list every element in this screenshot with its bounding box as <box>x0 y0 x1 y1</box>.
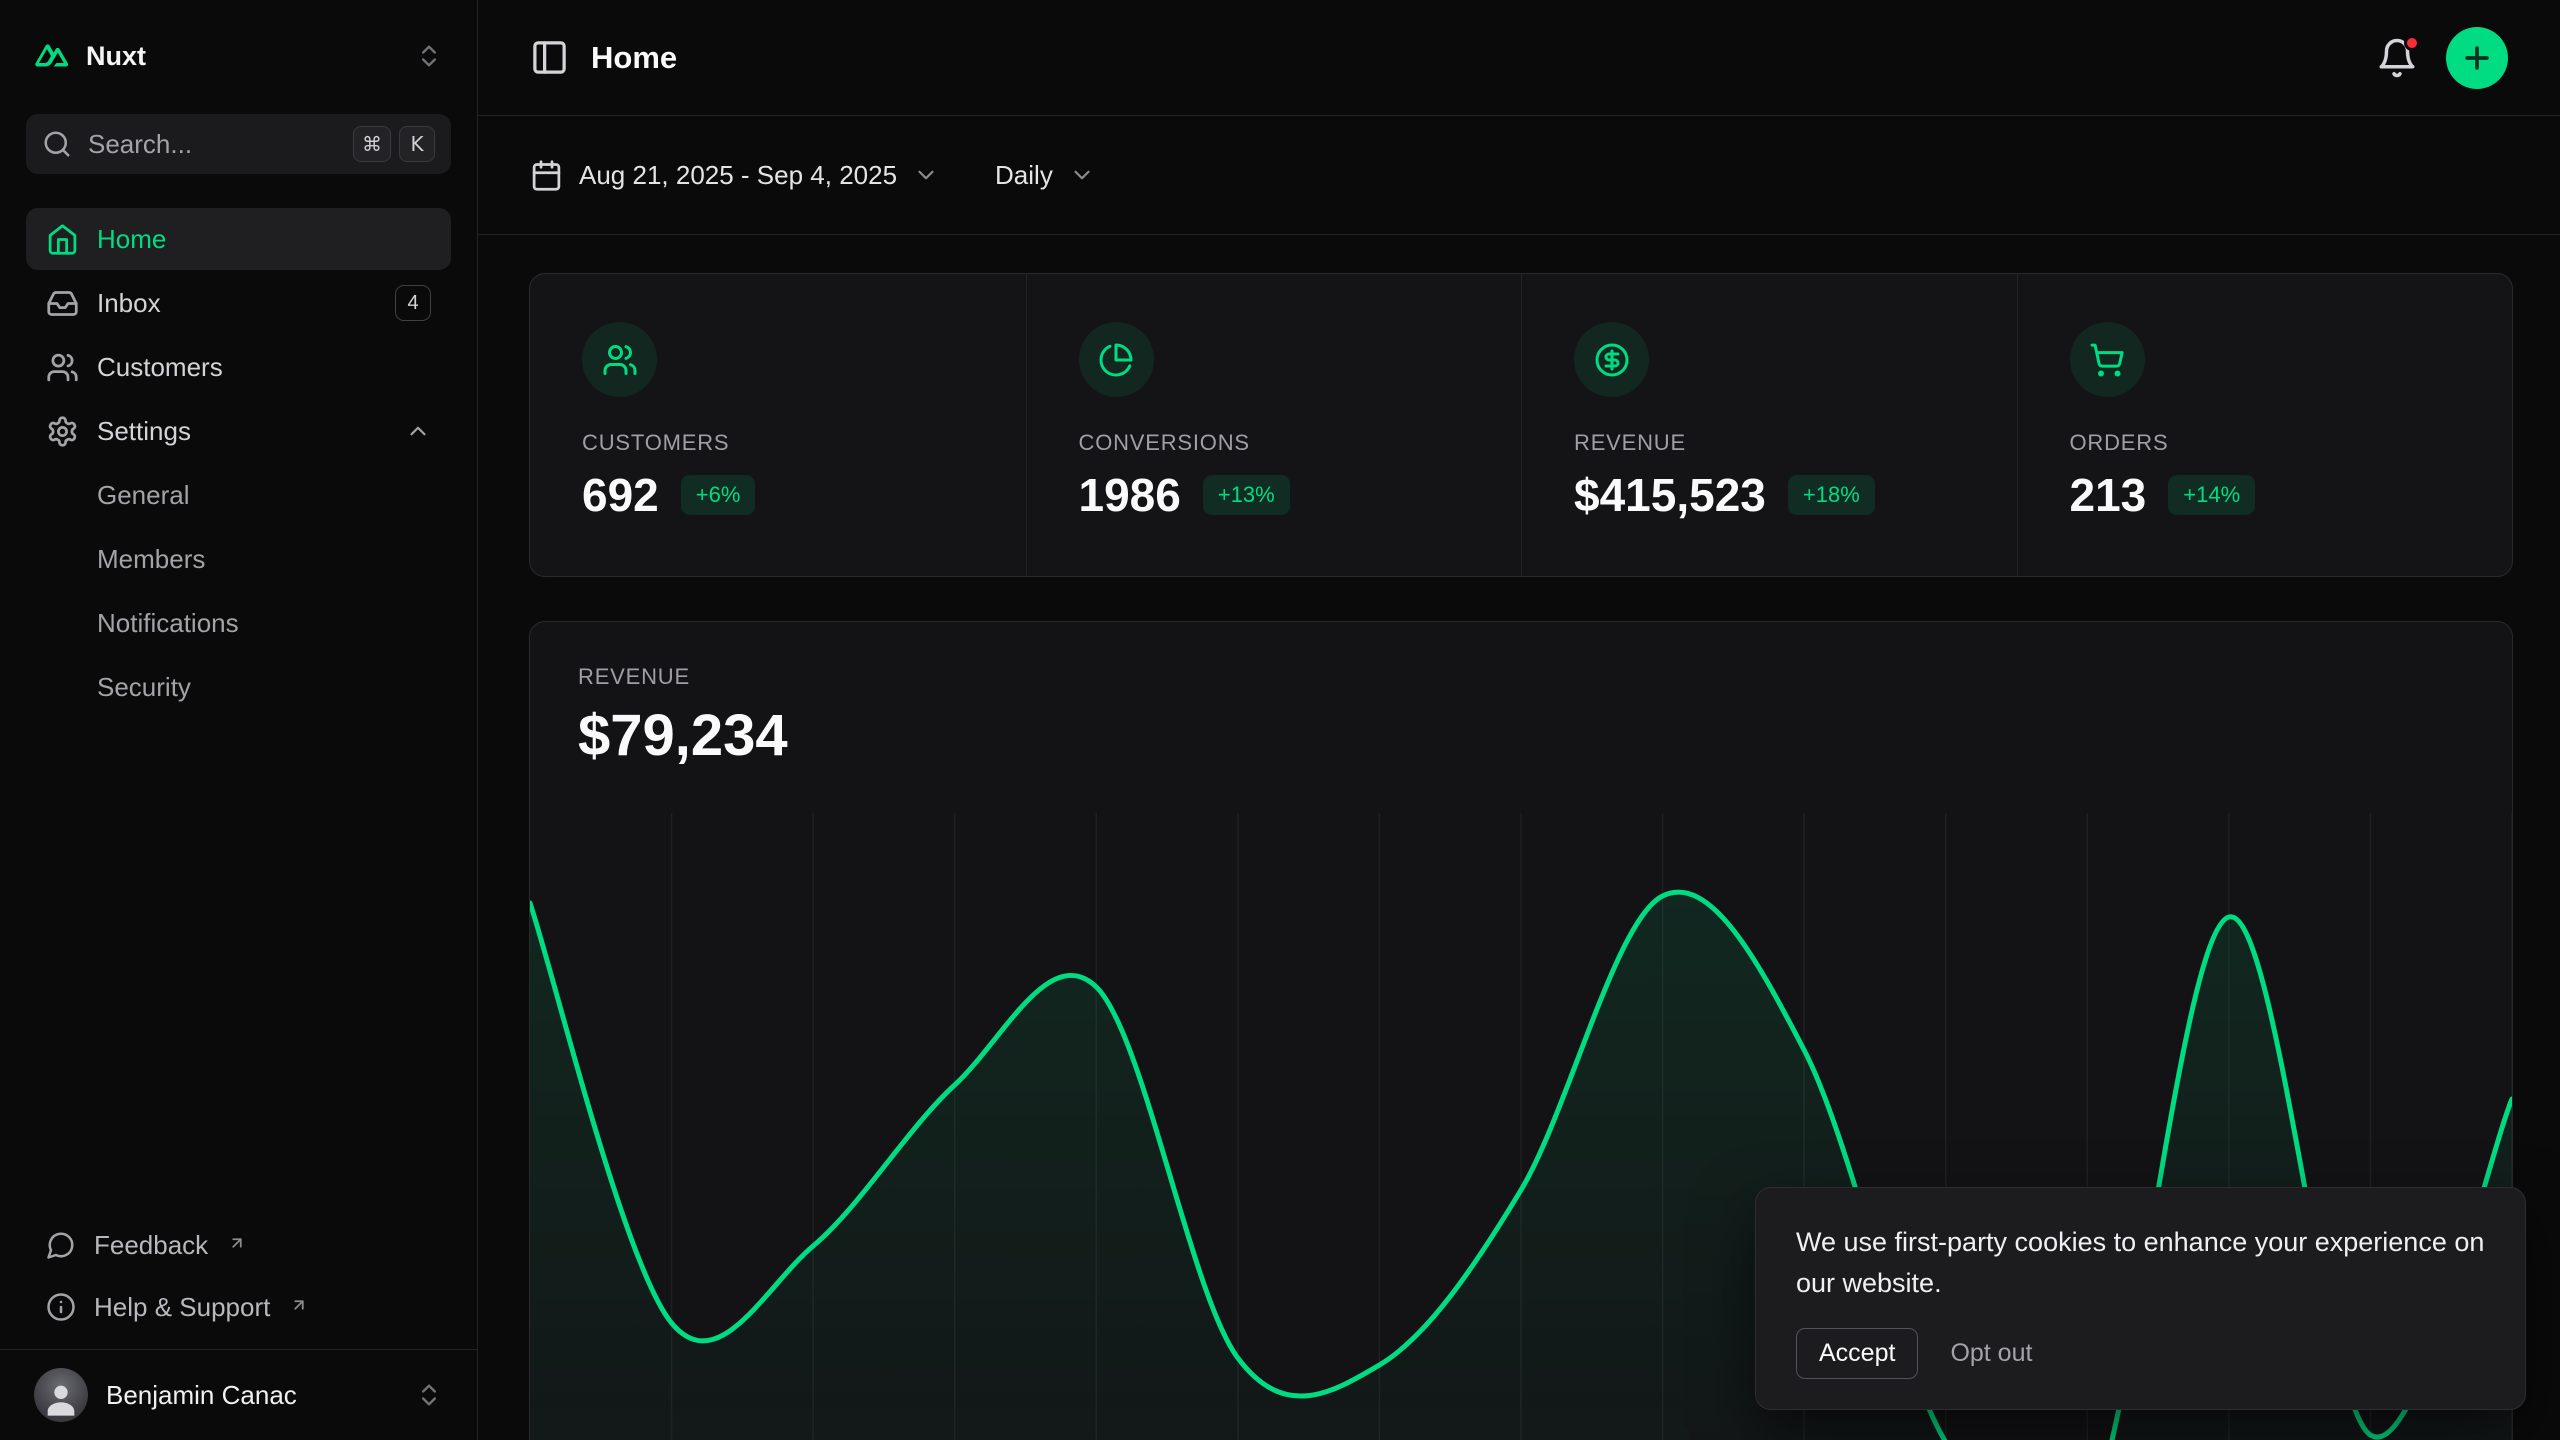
gear-icon <box>46 415 79 448</box>
stat-label: REVENUE <box>1574 430 1965 456</box>
page-title: Home <box>591 40 677 76</box>
search-placeholder: Search... <box>88 129 192 160</box>
workspace-switcher[interactable]: Nuxt <box>26 24 451 88</box>
accept-cookies-button[interactable]: Accept <box>1796 1328 1918 1379</box>
notification-dot <box>2404 35 2420 51</box>
external-link-icon <box>228 1228 246 1246</box>
page-header-right <box>2376 27 2508 89</box>
inbox-icon <box>46 287 79 320</box>
cookie-banner: We use first-party cookies to enhance yo… <box>1755 1187 2526 1410</box>
nuxt-logo-icon <box>34 38 70 74</box>
info-circle-icon <box>46 1292 76 1322</box>
stat-label: CUSTOMERS <box>582 430 974 456</box>
stat-label: ORDERS <box>2070 430 2461 456</box>
sidebar-item-settings[interactable]: Settings <box>26 400 451 462</box>
sidebar-item-customers[interactable]: Customers <box>26 336 451 398</box>
external-link-icon <box>290 1290 308 1308</box>
stat-value: $415,523 <box>1574 468 1766 522</box>
stat-card-orders[interactable]: ORDERS 213 +14% <box>2017 274 2513 576</box>
cookie-actions: Accept Opt out <box>1796 1328 2485 1379</box>
sidebar-item-settings-notifications[interactable]: Notifications <box>26 592 451 654</box>
chevrons-up-down-icon <box>415 1381 443 1409</box>
kbd-cmd: ⌘ <box>353 126 391 162</box>
stat-card-customers[interactable]: CUSTOMERS 692 +6% <box>530 274 1026 576</box>
feedback-label: Feedback <box>94 1230 208 1261</box>
sidebar-item-inbox[interactable]: Inbox 4 <box>26 272 451 334</box>
granularity-value: Daily <box>995 160 1053 191</box>
chevron-down-icon <box>1069 162 1095 188</box>
sidebar-item-settings-members[interactable]: Members <box>26 528 451 590</box>
stat-label: CONVERSIONS <box>1079 430 1470 456</box>
stats-panel: CUSTOMERS 692 +6% CONVERSIONS 1986 +13% <box>529 273 2513 577</box>
stat-delta-badge: +14% <box>2168 475 2255 515</box>
chat-bubble-icon <box>46 1230 76 1260</box>
sidebar-item-home[interactable]: Home <box>26 208 451 270</box>
home-icon <box>46 223 79 256</box>
sidebar-nav: Home Inbox 4 Customers Settings <box>26 208 451 718</box>
sidebar-item-label: Customers <box>97 352 223 383</box>
users-icon <box>582 322 657 397</box>
calendar-icon <box>530 159 563 192</box>
pie-chart-icon <box>1079 322 1154 397</box>
revenue-chart-label: REVENUE <box>578 664 2464 690</box>
sidebar: Nuxt Search... ⌘ K Home <box>0 0 478 1440</box>
revenue-chart-value: $79,234 <box>578 702 2464 769</box>
page-header-left: Home <box>530 38 677 77</box>
chevrons-up-down-icon <box>415 42 443 70</box>
kbd-k: K <box>399 126 435 162</box>
stat-value: 1986 <box>1079 468 1181 522</box>
help-support-label: Help & Support <box>94 1292 270 1323</box>
search-shortcut: ⌘ K <box>353 126 435 162</box>
notifications-button[interactable] <box>2376 37 2418 79</box>
help-support-link[interactable]: Help & Support <box>26 1279 451 1335</box>
inbox-count-badge: 4 <box>395 285 431 321</box>
feedback-link[interactable]: Feedback <box>26 1217 451 1273</box>
sidebar-spacer <box>26 718 451 1217</box>
chevron-down-icon <box>913 162 939 188</box>
filters-toolbar: Aug 21, 2025 - Sep 4, 2025 Daily <box>478 116 2560 235</box>
chevron-up-icon <box>405 418 431 444</box>
optout-cookies-button[interactable]: Opt out <box>1932 1329 2050 1378</box>
sidebar-item-settings-general[interactable]: General <box>26 464 451 526</box>
sidebar-footer: Feedback Help & Support <box>26 1217 451 1349</box>
search-input[interactable]: Search... ⌘ K <box>26 114 451 174</box>
sidebar-item-label: Inbox <box>97 288 161 319</box>
avatar <box>34 1368 88 1422</box>
stat-delta-badge: +18% <box>1788 475 1875 515</box>
cookie-message: We use first-party cookies to enhance yo… <box>1796 1222 2485 1304</box>
stat-delta-badge: +6% <box>681 475 756 515</box>
page-header: Home <box>478 0 2560 116</box>
date-range-picker[interactable]: Aug 21, 2025 - Sep 4, 2025 <box>530 159 939 192</box>
sidebar-item-label: Settings <box>97 416 191 447</box>
circle-dollar-icon <box>1574 322 1649 397</box>
panel-left-icon[interactable] <box>530 38 569 77</box>
sidebar-item-settings-security[interactable]: Security <box>26 656 451 718</box>
revenue-chart-header: REVENUE $79,234 <box>530 622 2512 769</box>
shopping-cart-icon <box>2070 322 2145 397</box>
users-icon <box>46 351 79 384</box>
add-button[interactable] <box>2446 27 2508 89</box>
user-name: Benjamin Canac <box>106 1380 297 1411</box>
granularity-select[interactable]: Daily <box>995 160 1095 191</box>
stat-value: 692 <box>582 468 659 522</box>
search-icon <box>42 129 72 159</box>
user-menu[interactable]: Benjamin Canac <box>0 1349 477 1440</box>
sidebar-item-label: Home <box>97 224 166 255</box>
stat-card-revenue[interactable]: REVENUE $415,523 +18% <box>1521 274 2017 576</box>
stat-delta-badge: +13% <box>1203 475 1290 515</box>
stat-card-conversions[interactable]: CONVERSIONS 1986 +13% <box>1026 274 1522 576</box>
date-range-value: Aug 21, 2025 - Sep 4, 2025 <box>579 160 897 191</box>
workspace-name: Nuxt <box>86 41 146 72</box>
stat-value: 213 <box>2070 468 2147 522</box>
